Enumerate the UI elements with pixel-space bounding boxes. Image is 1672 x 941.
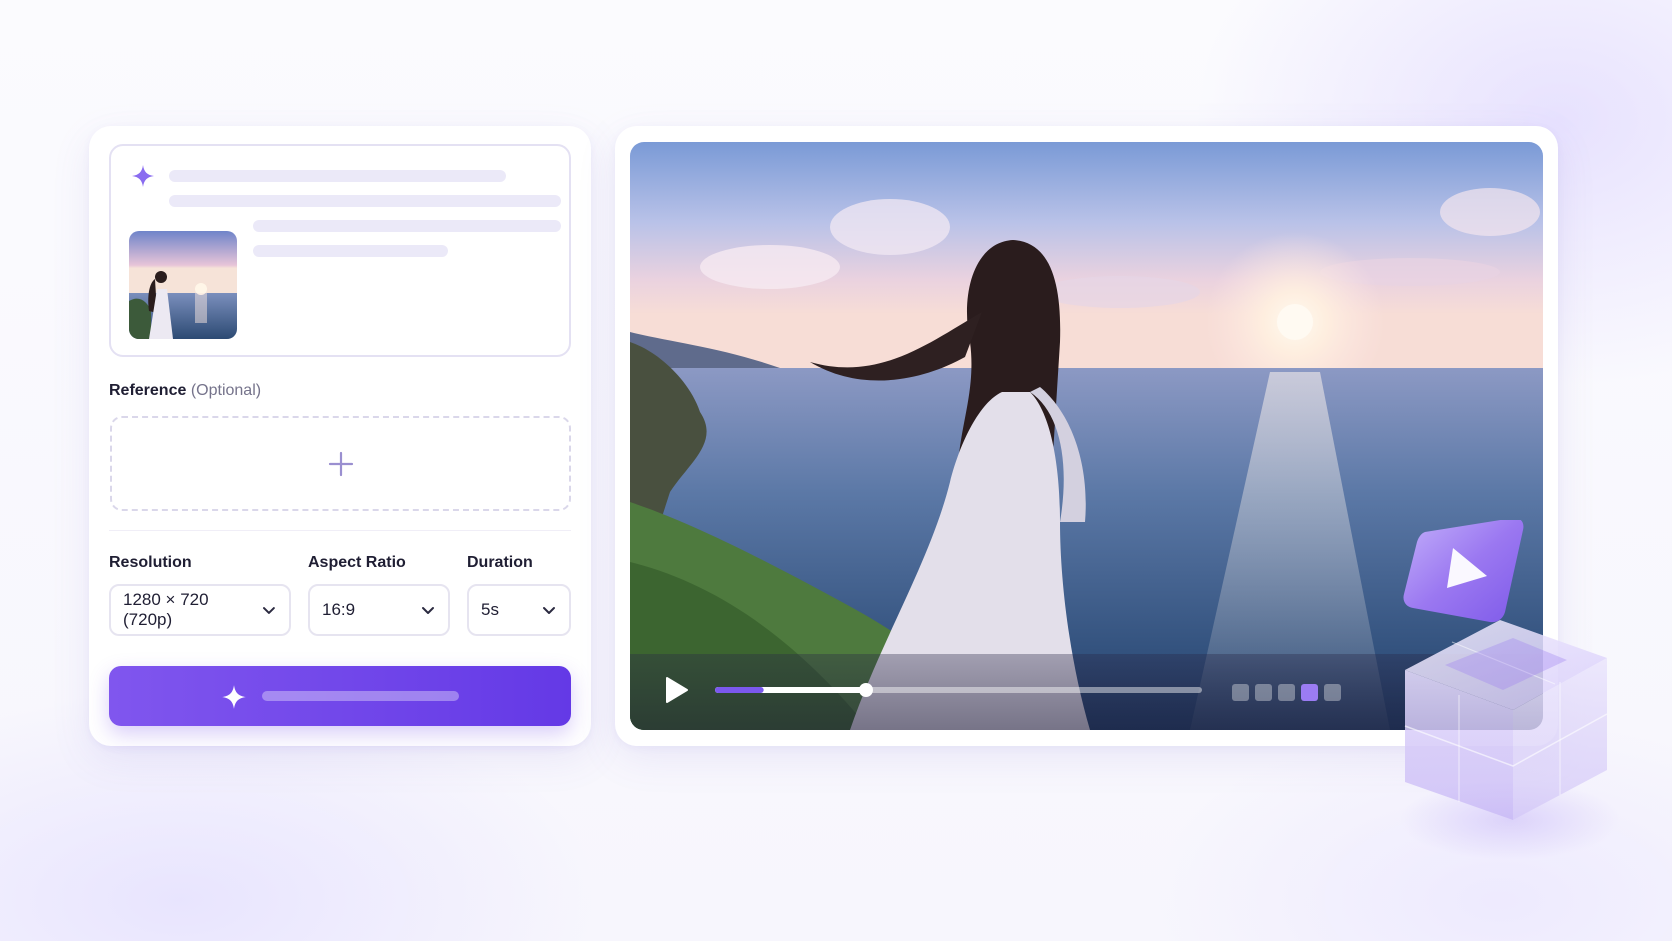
prompt-placeholder-line	[169, 195, 561, 207]
prompt-image-thumbnail[interactable]	[129, 231, 237, 339]
progress-played	[715, 687, 764, 693]
quality-step[interactable]	[1301, 684, 1318, 701]
sparkle-icon	[132, 165, 154, 187]
decorative-cube-illustration	[1400, 520, 1620, 860]
resolution-select[interactable]: 1280 × 720 (720p)	[109, 584, 291, 636]
duration-label: Duration	[467, 554, 533, 571]
progress-scrubber[interactable]	[858, 683, 873, 697]
quality-step[interactable]	[1324, 684, 1341, 701]
prompt-input[interactable]	[109, 144, 571, 357]
reference-label: Reference (Optional)	[109, 382, 261, 400]
generate-button[interactable]	[109, 666, 571, 726]
generate-button-placeholder-line	[262, 691, 459, 701]
prompt-placeholder-line	[253, 220, 561, 232]
divider	[109, 530, 571, 531]
quality-step[interactable]	[1255, 684, 1272, 701]
generation-panel: Reference (Optional) Resolution Aspect R…	[89, 126, 591, 746]
resolution-label: Resolution	[109, 554, 192, 571]
sparkle-icon	[222, 685, 246, 709]
plus-icon	[328, 451, 353, 476]
chevron-down-icon	[422, 607, 434, 614]
thumbnail-image	[129, 231, 237, 339]
aspect-ratio-value: 16:9	[322, 600, 356, 619]
play-tile-icon	[1403, 520, 1524, 623]
reference-label-text: Reference	[109, 382, 187, 399]
resolution-value: 1280 × 720 (720p)	[123, 590, 209, 629]
play-icon[interactable]	[661, 675, 691, 705]
prompt-placeholder-line	[169, 170, 506, 182]
progress-bar[interactable]	[715, 680, 1211, 700]
quality-step[interactable]	[1278, 684, 1295, 701]
reference-optional-text: (Optional)	[190, 382, 262, 399]
duration-value: 5s	[481, 600, 499, 619]
quality-selector[interactable]	[1232, 682, 1344, 702]
chevron-down-icon	[543, 607, 555, 614]
reference-upload-dropzone[interactable]	[110, 416, 571, 511]
aspect-ratio-label: Aspect Ratio	[308, 554, 406, 571]
duration-select[interactable]: 5s	[467, 584, 571, 636]
prompt-placeholder-line	[253, 245, 448, 257]
aspect-ratio-select[interactable]: 16:9	[308, 584, 450, 636]
chevron-down-icon	[263, 607, 276, 614]
quality-step[interactable]	[1232, 684, 1249, 701]
